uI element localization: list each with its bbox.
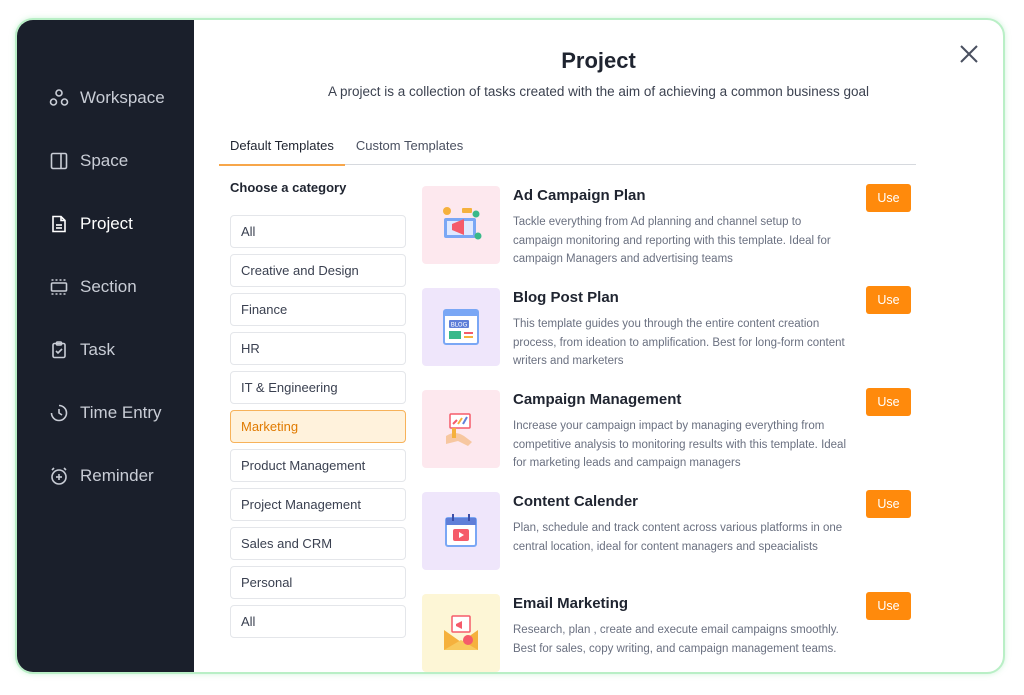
space-icon xyxy=(48,150,70,172)
use-template-button[interactable]: Use xyxy=(866,184,911,212)
template-title: Email Marketing xyxy=(513,595,629,612)
template-card: Campaign Management Increase your campai… xyxy=(422,388,922,492)
sidebar-item-label: Workspace xyxy=(80,87,165,107)
page-title: Project xyxy=(561,48,636,73)
sidebar-item-workspace[interactable]: Workspace xyxy=(17,66,194,129)
template-title: Ad Campaign Plan xyxy=(513,187,646,204)
sidebar-item-task[interactable]: Task xyxy=(17,318,194,381)
email-envelope-icon xyxy=(422,594,500,672)
template-description: Tackle everything from Ad planning and c… xyxy=(513,216,831,265)
sidebar-item-label: Section xyxy=(80,276,137,296)
workspace-icon xyxy=(48,87,70,109)
category-heading: Choose a category xyxy=(230,180,347,195)
modal-frame: Workspace Space Project Section Task Tim… xyxy=(15,18,1005,674)
main-panel: Project A project is a collection of tas… xyxy=(194,20,1003,672)
sidebar-item-section[interactable]: Section xyxy=(17,255,194,318)
blog-icon: BLOG xyxy=(422,288,500,366)
project-icon xyxy=(48,213,70,235)
category-item-hr[interactable]: HR xyxy=(230,332,406,365)
category-item-product-management[interactable]: Product Management xyxy=(230,449,406,482)
template-description: This template guides you through the ent… xyxy=(513,318,845,367)
template-card: Email Marketing Research, plan , create … xyxy=(422,592,922,672)
sidebar: Workspace Space Project Section Task Tim… xyxy=(17,20,194,672)
category-item-marketing[interactable]: Marketing xyxy=(230,410,406,443)
megaphone-icon xyxy=(422,186,500,264)
template-card: BLOG Blog Post Plan This template guides… xyxy=(422,286,922,390)
sidebar-item-project[interactable]: Project xyxy=(17,192,194,255)
template-tabs: Default Templates Custom Templates xyxy=(219,130,916,166)
campaign-hand-icon xyxy=(422,390,500,468)
section-icon xyxy=(48,276,70,298)
category-item-creative-and-design[interactable]: Creative and Design xyxy=(230,254,406,287)
template-card: Content Calender Plan, schedule and trac… xyxy=(422,490,922,594)
use-template-button[interactable]: Use xyxy=(866,388,911,416)
reminder-icon xyxy=(48,465,70,487)
template-description: Increase your campaign impact by managin… xyxy=(513,420,847,469)
use-template-button[interactable]: Use xyxy=(866,490,911,518)
template-description: Plan, schedule and track content across … xyxy=(513,522,843,553)
template-card: Ad Campaign Plan Tackle everything from … xyxy=(422,184,922,288)
category-item-finance[interactable]: Finance xyxy=(230,293,406,326)
category-item-it-engineering[interactable]: IT & Engineering xyxy=(230,371,406,404)
category-item-sales-and-crm[interactable]: Sales and CRM xyxy=(230,527,406,560)
category-list: All Creative and Design Finance HR IT & … xyxy=(230,215,406,644)
template-title: Content Calender xyxy=(513,493,639,510)
task-icon xyxy=(48,339,70,361)
sidebar-item-label: Time Entry xyxy=(80,402,162,422)
sidebar-item-space[interactable]: Space xyxy=(17,129,194,192)
tab-custom-templates[interactable]: Custom Templates xyxy=(345,130,474,164)
category-item-project-management[interactable]: Project Management xyxy=(230,488,406,521)
category-item-all[interactable]: All xyxy=(230,215,406,248)
category-item-personal[interactable]: Personal xyxy=(230,566,406,599)
sidebar-item-time-entry[interactable]: Time Entry xyxy=(17,381,194,444)
template-list: Ad Campaign Plan Tackle everything from … xyxy=(422,184,922,672)
template-title: Blog Post Plan xyxy=(513,289,619,306)
sidebar-item-label: Project xyxy=(80,213,133,233)
sidebar-item-reminder[interactable]: Reminder xyxy=(17,444,194,507)
sidebar-item-label: Reminder xyxy=(80,465,154,485)
template-description: Research, plan , create and execute emai… xyxy=(513,624,839,655)
template-title: Campaign Management xyxy=(513,391,682,408)
sidebar-item-label: Task xyxy=(80,339,115,359)
use-template-button[interactable]: Use xyxy=(866,286,911,314)
page-subtitle: A project is a collection of tasks creat… xyxy=(327,84,870,99)
sidebar-item-label: Space xyxy=(80,150,129,170)
category-item-all-2[interactable]: All xyxy=(230,605,406,638)
time-entry-icon xyxy=(48,402,70,424)
calendar-icon xyxy=(422,492,500,570)
tab-default-templates[interactable]: Default Templates xyxy=(219,130,345,166)
use-template-button[interactable]: Use xyxy=(866,592,911,620)
svg-text:BLOG: BLOG xyxy=(451,322,468,329)
